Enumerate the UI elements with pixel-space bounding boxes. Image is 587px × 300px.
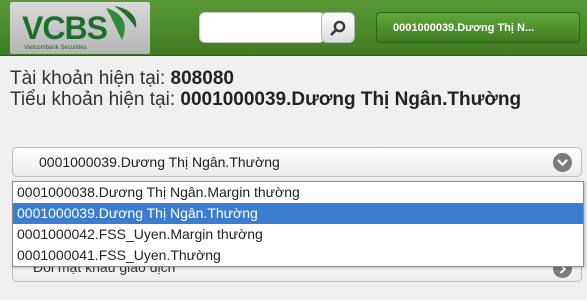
dropdown-option[interactable]: 0001000038.Dương Thị Ngân.Margin thường [13, 182, 583, 203]
logo-subtext: Vietcombank Securities [24, 45, 87, 51]
account-button-label: 0001000039.Dương Thị N... [393, 21, 535, 34]
current-account-value: 808080 [170, 68, 234, 89]
search-icon [330, 20, 346, 35]
app-header: VCBS Vietcombank Securities 0001000039.D… [0, 0, 587, 56]
current-subaccount-label: Tiểu khoản hiện tại: [10, 89, 176, 110]
leaf-icon [106, 6, 137, 40]
current-subaccount-value: 0001000039.Dương Thị Ngân.Thường [180, 89, 522, 110]
dropdown-option-selected[interactable]: 0001000039.Dương Thị Ngân.Thường [13, 203, 583, 224]
dropdown-option[interactable]: 0001000041.FSS_Uyen.Thường [13, 245, 583, 266]
subaccount-select-value: 0001000039.Dương Thị Ngân.Thường [39, 154, 280, 170]
current-account-label: Tài khoản hiện tại: [10, 68, 166, 89]
subaccount-select[interactable]: 0001000039.Dương Thị Ngân.Thường [12, 147, 582, 177]
chevron-down-icon[interactable] [553, 153, 572, 172]
search-button[interactable] [321, 12, 355, 43]
logo-text: VCBS [22, 10, 108, 46]
account-info: Tài khoản hiện tại: 808080 Tiểu khoản hi… [10, 68, 580, 110]
search-input[interactable] [199, 12, 325, 43]
current-account-line: Tài khoản hiện tại: 808080 [10, 68, 580, 89]
vcbs-logo[interactable]: VCBS Vietcombank Securities [10, 2, 150, 54]
current-subaccount-line: Tiểu khoản hiện tại: 0001000039.Dương Th… [10, 89, 580, 110]
subaccount-dropdown-list: 0001000038.Dương Thị Ngân.Margin thường … [12, 181, 584, 267]
account-button[interactable]: 0001000039.Dương Thị N... [376, 12, 580, 43]
dropdown-option[interactable]: 0001000042.FSS_Uyen.Margin thường [13, 224, 583, 245]
